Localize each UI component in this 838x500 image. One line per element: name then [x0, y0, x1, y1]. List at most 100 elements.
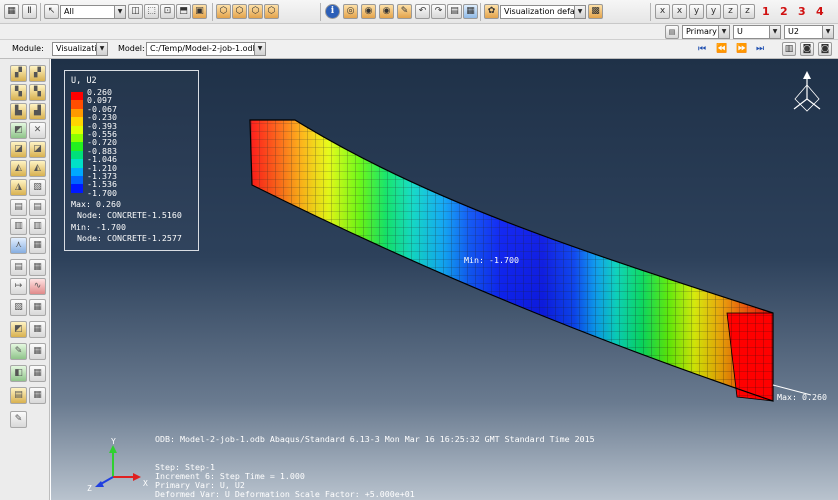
- xy-data-icon[interactable]: ⋏: [10, 237, 27, 254]
- overlay-plot-icon[interactable]: ▧: [29, 179, 46, 196]
- top-view-icon[interactable]: ⬡: [264, 4, 279, 19]
- last-frame-icon[interactable]: ⏭: [756, 43, 764, 55]
- stream-icon[interactable]: ∿: [29, 278, 46, 295]
- view-2-button[interactable]: 2: [780, 5, 788, 18]
- view-x-axis-icon[interactable]: x: [655, 4, 670, 19]
- min-annotation: Min: -1.700: [464, 255, 519, 265]
- view-cube-triad[interactable]: [793, 71, 821, 112]
- view-y-axis-icon[interactable]: y: [689, 4, 704, 19]
- undo-icon[interactable]: ↶: [415, 4, 430, 19]
- view-neg-y-axis-icon[interactable]: y: [706, 4, 721, 19]
- create-path-icon[interactable]: ▤: [10, 259, 27, 276]
- orientation-options-icon[interactable]: ◭: [29, 160, 46, 177]
- animate-time-history-icon[interactable]: ▤: [29, 199, 46, 216]
- box-select-icon[interactable]: ⬚: [144, 4, 159, 19]
- free-body-icon[interactable]: ✎: [10, 343, 27, 360]
- variable-select[interactable]: U ▼: [733, 25, 781, 39]
- iso-view-icon[interactable]: ⬡: [216, 4, 231, 19]
- path-manager-icon[interactable]: ▦: [29, 259, 46, 276]
- table-icon[interactable]: ▦: [463, 4, 478, 19]
- view-1-button[interactable]: 1: [762, 5, 770, 18]
- palette-icon[interactable]: ✿: [484, 4, 499, 19]
- field-output-icon[interactable]: ▤: [665, 25, 679, 39]
- chevron-down-icon[interactable]: ▼: [114, 6, 125, 18]
- probe-manager-icon[interactable]: ▦: [29, 365, 46, 382]
- model-value: C:/Temp/Model-2-job-1.odb: [150, 44, 258, 53]
- redo-icon[interactable]: ↷: [431, 4, 446, 19]
- selection-filter-select[interactable]: All ▼: [60, 5, 126, 19]
- legend-min-node: Node: CONCRETE-1.2577: [77, 233, 182, 243]
- animation-options-icon[interactable]: ▥: [29, 218, 46, 235]
- plot-contours-both-icon[interactable]: ▚: [29, 84, 46, 101]
- report-icon[interactable]: ↦: [10, 278, 27, 295]
- color-code-icon[interactable]: ▤: [447, 4, 462, 19]
- attribute-icon[interactable]: Ⅱ: [22, 4, 37, 19]
- chevron-down-icon[interactable]: ▼: [769, 26, 780, 38]
- annotation-icon[interactable]: ▤: [10, 387, 27, 404]
- annotation-manager-icon[interactable]: ▦: [29, 387, 46, 404]
- info-icon[interactable]: i: [325, 4, 340, 19]
- plot-contours-on-deformed-icon[interactable]: ◩: [10, 122, 27, 139]
- component-value: U2: [788, 27, 799, 36]
- symbol-options-icon[interactable]: ◭: [10, 160, 27, 177]
- play-icon[interactable]: ⏩: [736, 43, 747, 55]
- viewport[interactable]: Y X Z U, U2 0.260 0.097 -0.067 -0.230 -0.393…: [51, 59, 838, 500]
- grid-icon[interactable]: ▦: [4, 4, 19, 19]
- animate-harmonic-icon[interactable]: ▥: [10, 218, 27, 235]
- chevron-down-icon[interactable]: ▼: [96, 43, 107, 55]
- shaded-render-icon[interactable]: ▣: [192, 4, 207, 19]
- variable-type-select[interactable]: Primary ▼: [682, 25, 730, 39]
- variable-value: U: [737, 27, 743, 36]
- query-icon[interactable]: ◎: [343, 4, 358, 19]
- view-defaults-select[interactable]: Visualization defaults ▼: [500, 5, 586, 19]
- triad-z-label: Z: [87, 484, 92, 493]
- tools-icon[interactable]: ✎: [397, 4, 412, 19]
- query-probe-icon[interactable]: ◧: [10, 365, 27, 382]
- common-plot-options-icon[interactable]: ◪: [10, 141, 27, 158]
- allow-multiple-plot-icon[interactable]: ✕: [29, 122, 46, 139]
- color-map-icon[interactable]: ▩: [588, 4, 603, 19]
- display-group-icon[interactable]: ◉: [361, 4, 376, 19]
- animate-scale-factor-icon[interactable]: ▤: [10, 199, 27, 216]
- chevron-down-icon[interactable]: ▼: [718, 26, 729, 38]
- model-select[interactable]: C:/Temp/Model-2-job-1.odb ▼: [146, 42, 266, 56]
- plot-contours-icon[interactable]: ▚: [10, 84, 27, 101]
- view-4-button[interactable]: 4: [816, 5, 824, 18]
- plot-undeformed-icon[interactable]: ▞: [10, 65, 27, 82]
- contour-options-icon[interactable]: ◪: [29, 141, 46, 158]
- component-select[interactable]: U2 ▼: [784, 25, 834, 39]
- view-z-axis-icon[interactable]: z: [723, 4, 738, 19]
- chevron-down-icon[interactable]: ▼: [574, 6, 585, 18]
- view-cut-icon[interactable]: ▧: [10, 299, 27, 316]
- view-neg-x-axis-icon[interactable]: x: [672, 4, 687, 19]
- render-outline-icon[interactable]: ⬒: [176, 4, 191, 19]
- first-frame-icon[interactable]: ⏮: [698, 43, 706, 55]
- pencil-icon[interactable]: ✎: [10, 411, 27, 428]
- plot-deformed-icon[interactable]: ▞: [29, 65, 46, 82]
- ply-stack-icon[interactable]: ◮: [10, 179, 27, 196]
- display-group-create-icon[interactable]: ◩: [10, 321, 27, 338]
- legend-max-value: Max: 0.260: [71, 199, 121, 209]
- module-select[interactable]: Visualization ▼: [52, 42, 108, 56]
- free-body-manager-icon[interactable]: ▦: [29, 343, 46, 360]
- select-arrow-icon[interactable]: ↖: [44, 4, 59, 19]
- side-view-icon[interactable]: ⬡: [248, 4, 263, 19]
- view-neg-z-axis-icon[interactable]: z: [740, 4, 755, 19]
- render-style-icon[interactable]: ⊡: [160, 4, 175, 19]
- display-group-manager-icon[interactable]: ▦: [29, 321, 46, 338]
- contour-legend[interactable]: U, U2 0.260 0.097 -0.067 -0.230 -0.393 -0.556…: [64, 70, 199, 251]
- chevron-down-icon[interactable]: ▼: [254, 43, 265, 55]
- replace-group-icon[interactable]: ◉: [379, 4, 394, 19]
- movie-icon[interactable]: ▥: [782, 42, 796, 56]
- camera-settings-icon[interactable]: ◙: [818, 42, 832, 56]
- chevron-down-icon[interactable]: ▼: [822, 26, 833, 38]
- front-view-icon[interactable]: ⬡: [232, 4, 247, 19]
- previous-frame-icon[interactable]: ⏪: [716, 43, 727, 55]
- camera-icon[interactable]: ◙: [800, 42, 814, 56]
- view-3-button[interactable]: 3: [798, 5, 806, 18]
- plot-material-orientation-icon[interactable]: ▟: [29, 103, 46, 120]
- xy-data-manager-icon[interactable]: ▦: [29, 237, 46, 254]
- view-cut-manager-icon[interactable]: ▦: [29, 299, 46, 316]
- plot-symbols-icon[interactable]: ▙: [10, 103, 27, 120]
- select-mode-icon[interactable]: ◫: [128, 4, 143, 19]
